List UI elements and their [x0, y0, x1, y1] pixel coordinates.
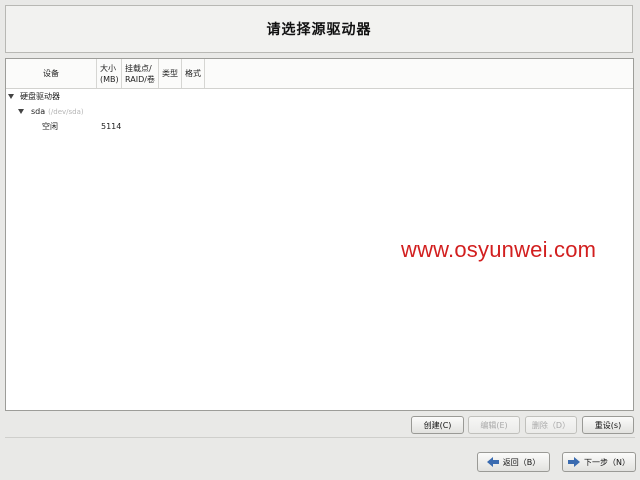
next-button[interactable]: 下一步（N）	[562, 452, 636, 472]
table-row[interactable]: sda (/dev/sda)	[6, 104, 633, 119]
header-panel: 请选择源驱动器	[5, 5, 633, 53]
back-button-label: 返回（B）	[502, 457, 541, 467]
drive-table[interactable]: 设备 大小 (MB) 挂载点/ RAID/卷 类型 格式 硬盘驱动器 sda (…	[5, 58, 634, 411]
row-size: 5114	[101, 122, 122, 131]
triangle-down-icon[interactable]	[8, 94, 14, 99]
delete-button[interactable]: 删除（D）	[525, 416, 577, 434]
column-type[interactable]: 类型	[159, 59, 182, 88]
row-path: (/dev/sda)	[48, 107, 84, 116]
arrow-right-icon	[568, 457, 580, 467]
column-mountpoint[interactable]: 挂载点/ RAID/卷	[122, 59, 159, 88]
arrow-left-icon	[486, 457, 499, 467]
edit-button[interactable]: 编辑(E)	[468, 416, 520, 434]
triangle-down-icon[interactable]	[18, 109, 24, 114]
table-row[interactable]: 硬盘驱动器	[6, 89, 633, 104]
row-label: 空闲	[42, 122, 58, 131]
divider	[5, 437, 635, 438]
next-button-label: 下一步（N）	[584, 457, 630, 467]
row-label: sda	[31, 107, 46, 116]
reset-button[interactable]: 重设(s)	[582, 416, 634, 434]
table-header: 设备 大小 (MB) 挂载点/ RAID/卷 类型 格式	[6, 59, 633, 89]
column-format[interactable]: 格式	[182, 59, 205, 88]
watermark-text: www.osyunwei.com	[401, 237, 597, 262]
table-row[interactable]: 空闲 5114	[6, 119, 633, 134]
row-label: 硬盘驱动器	[20, 92, 60, 101]
column-device[interactable]: 设备	[6, 59, 97, 88]
page-title: 请选择源驱动器	[266, 22, 372, 38]
back-button[interactable]: 返回（B）	[477, 452, 550, 472]
column-size[interactable]: 大小 (MB)	[97, 59, 122, 88]
create-button[interactable]: 创建(C)	[411, 416, 464, 434]
